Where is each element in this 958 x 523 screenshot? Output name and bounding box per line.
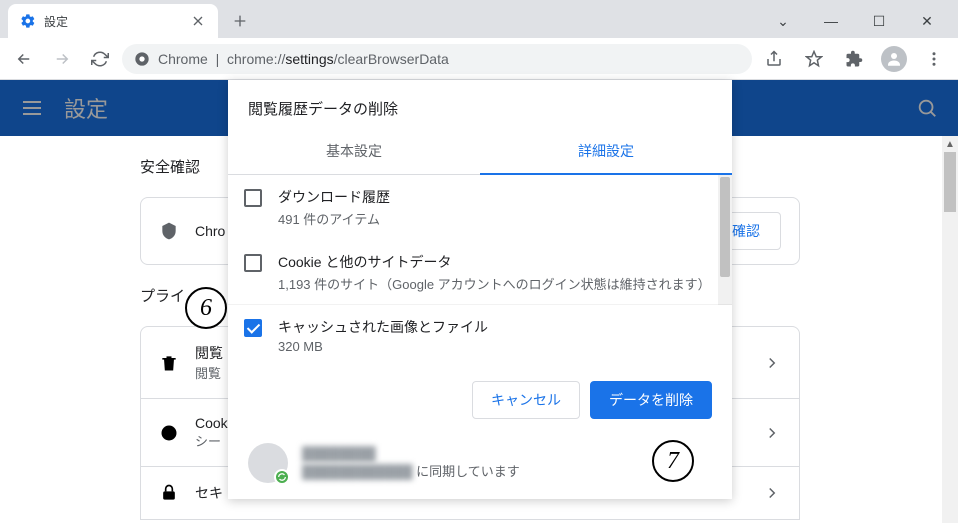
- checkbox[interactable]: [244, 189, 262, 207]
- dialog-tabs: 基本設定 詳細設定: [228, 129, 732, 175]
- omnibox[interactable]: Chrome | chrome://settings/clearBrowserD…: [122, 44, 752, 74]
- dialog-list: ダウンロード履歴491 件のアイテム Cookie と他のサイトデータ1,193…: [228, 175, 732, 365]
- tab-title: 設定: [44, 13, 182, 30]
- list-item-download-history[interactable]: ダウンロード履歴491 件のアイテム: [228, 175, 732, 240]
- tab-basic[interactable]: 基本設定: [228, 129, 480, 175]
- share-icon[interactable]: [758, 43, 790, 75]
- reload-button[interactable]: [84, 43, 116, 75]
- avatar: [248, 443, 288, 483]
- close-window-button[interactable]: ✕: [912, 13, 942, 30]
- maximize-button[interactable]: ☐: [864, 13, 894, 30]
- lock-icon: [159, 483, 179, 503]
- address-bar: Chrome | chrome://settings/clearBrowserD…: [0, 38, 958, 80]
- dialog-scroll-thumb[interactable]: [720, 177, 730, 277]
- browser-tab[interactable]: 設定: [8, 4, 218, 38]
- chevron-right-icon: [763, 484, 781, 502]
- clear-browsing-data-dialog: 閲覧履歴データの削除 基本設定 詳細設定 ダウンロード履歴491 件のアイテム …: [228, 80, 732, 499]
- window-controls: ⌄ — ☐ ✕: [768, 13, 958, 38]
- checkbox-checked[interactable]: [244, 319, 262, 337]
- cancel-button[interactable]: キャンセル: [472, 381, 580, 419]
- annotation-6: 6: [185, 287, 227, 329]
- chevron-right-icon: [763, 354, 781, 372]
- scroll-up-arrow[interactable]: ▲: [942, 136, 958, 152]
- profile-button[interactable]: [878, 43, 910, 75]
- forward-button[interactable]: [46, 43, 78, 75]
- minimize-button[interactable]: —: [816, 13, 846, 30]
- cookie-icon: [159, 423, 179, 443]
- back-button[interactable]: [8, 43, 40, 75]
- tab-advanced[interactable]: 詳細設定: [480, 129, 732, 175]
- chevron-right-icon: [763, 424, 781, 442]
- gear-icon: [20, 13, 36, 29]
- dialog-title: 閲覧履歴データの削除: [228, 80, 732, 129]
- new-tab-button[interactable]: [226, 7, 254, 35]
- window-titlebar: 設定 ⌄ — ☐ ✕: [0, 0, 958, 38]
- dialog-actions: キャンセル データを削除: [228, 365, 732, 435]
- annotation-7: 7: [652, 440, 694, 482]
- shield-icon: [159, 221, 179, 241]
- list-item-cached-images[interactable]: キャッシュされた画像とファイル320 MB: [228, 305, 732, 365]
- star-icon[interactable]: [798, 43, 830, 75]
- sync-badge-icon: [274, 469, 290, 485]
- scroll-thumb[interactable]: [944, 152, 956, 212]
- kebab-menu-icon[interactable]: [918, 43, 950, 75]
- url-text: Chrome | chrome://settings/clearBrowserD…: [158, 51, 449, 67]
- list-item-cookies[interactable]: Cookie と他のサイトデータ1,193 件のサイト（Google アカウント…: [228, 240, 732, 305]
- chrome-icon: [134, 51, 150, 67]
- checkbox[interactable]: [244, 254, 262, 272]
- chevron-down-icon[interactable]: ⌄: [768, 13, 798, 30]
- close-icon[interactable]: [190, 13, 206, 29]
- extensions-icon[interactable]: [838, 43, 870, 75]
- clear-data-button[interactable]: データを削除: [590, 381, 712, 419]
- page-scrollbar[interactable]: ▲: [942, 136, 958, 523]
- safety-card-text: Chro: [195, 223, 225, 239]
- trash-icon: [159, 353, 179, 373]
